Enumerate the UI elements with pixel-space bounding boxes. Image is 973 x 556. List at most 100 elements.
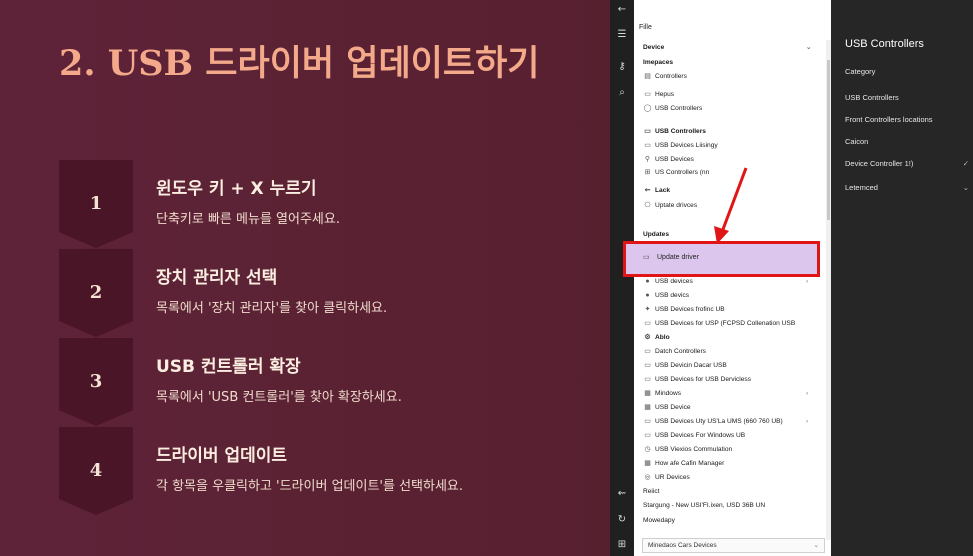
- scrollbar-thumb[interactable]: [827, 60, 830, 220]
- device-list-item[interactable]: ⇜ Lack: [643, 186, 670, 196]
- device-list-item[interactable]: Reiict: [643, 487, 660, 497]
- device-list-item[interactable]: ▦ Mindows ›: [643, 389, 808, 399]
- device-filter-select[interactable]: Minedaos Cars Devices ⌄: [642, 538, 825, 553]
- step-heading: 드라이버 업데이트: [156, 446, 288, 466]
- device-icon: ●: [645, 292, 650, 299]
- device-list-item[interactable]: ◎ UR Devices: [643, 473, 689, 483]
- device-list-item[interactable]: ▭ USB Devices for USP (FCPSD Collenation …: [643, 319, 795, 329]
- chevron-icon[interactable]: ✓: [963, 159, 969, 168]
- device-list-item[interactable]: ⊞ US Controllers (nn: [643, 168, 710, 178]
- step-number: 2: [89, 282, 103, 303]
- device-list-item[interactable]: ✦ USB Devices frofinc UB: [643, 305, 725, 315]
- device-list-item[interactable]: ⎔ Uptate drivces: [643, 201, 697, 211]
- device-list-label: US Controllers (nn: [655, 169, 710, 176]
- update-driver-label: Update driver: [657, 254, 700, 261]
- step-2: 2 장치 관리자 선택 목록에서 '장치 관리자'를 찾아 클릭하세요.: [59, 249, 599, 337]
- device-icon: ⎔: [644, 202, 651, 209]
- menu-icon[interactable]: ☰: [610, 28, 634, 42]
- device-icon: ▭: [644, 320, 651, 327]
- device-icon: ▦: [644, 460, 651, 467]
- details-item[interactable]: Device Controller 1!) ✓: [845, 159, 969, 168]
- expand-chevron-icon[interactable]: ›: [806, 389, 808, 399]
- update-driver-item[interactable]: ▭ Update driver: [643, 253, 699, 261]
- device-list-item[interactable]: ▭ USB Devices Liisingy: [643, 141, 717, 151]
- device-list-item[interactable]: ▭ Hepus: [643, 90, 674, 100]
- details-item[interactable]: Letemced ⌄: [845, 183, 969, 192]
- device-list-item[interactable]: ▭ USB Devices For Windows UB: [643, 431, 745, 441]
- device-icon: ▭: [644, 91, 651, 98]
- chevron-icon[interactable]: ⌄: [963, 183, 969, 192]
- key-icon[interactable]: ⚷: [610, 60, 634, 74]
- device-list-item[interactable]: ⚙ Ablo: [643, 333, 670, 343]
- expand-chevron-icon[interactable]: ⌄: [806, 43, 812, 53]
- device-list-item[interactable]: ▭ USB Devices for USB Dervicless: [643, 375, 751, 385]
- step-description: 각 항목을 우클릭하고 '드라이버 업데이트'를 선택하세요.: [156, 479, 464, 494]
- details-panel: USB Controllers Category USB Controllers F…: [831, 0, 973, 556]
- nav-sidebar: ← ☰ ⚷ ⌕ ⇜ ↻ ⊞: [610, 0, 634, 556]
- device-icon: ▭: [644, 376, 651, 383]
- device-icon: ▭: [644, 128, 651, 135]
- device-list-item[interactable]: Imepaces: [643, 58, 673, 68]
- device-list-label: Ablo: [655, 334, 670, 341]
- device-filter-value: Minedaos Cars Devices: [648, 542, 717, 549]
- search-icon[interactable]: ⌕: [610, 86, 634, 100]
- step-1: 1 윈도우 키 + X 누르기 단축키로 빠른 메뉴를 열어주세요.: [59, 160, 599, 248]
- device-list-label: Imepaces: [643, 59, 674, 66]
- step-number: 4: [89, 460, 103, 481]
- device-icon: ⚲: [644, 156, 651, 163]
- start-icon[interactable]: ⊞: [610, 538, 634, 552]
- device-list-panel: Fille Device ⌄ Imepaces ▤ Controllers ▭ Hepus ◯…: [634, 0, 831, 556]
- device-list-label: USB Devices for USP (FCPSD Collenation U…: [655, 320, 796, 327]
- expand-chevron-icon[interactable]: ›: [806, 417, 808, 427]
- back-icon[interactable]: ←: [610, 3, 634, 17]
- device-list-item[interactable]: ● USB devices ›: [643, 277, 808, 287]
- step-3: 3 USB 컨트롤러 확장 목록에서 'USB 컨트롤러'를 찾아 확장하세요.: [59, 338, 599, 426]
- device-list-label: Updates: [643, 231, 670, 238]
- step-number: 3: [89, 371, 103, 392]
- device-list-item[interactable]: ▭ Datch Controllers: [643, 347, 706, 357]
- details-item[interactable]: USB Controllers: [845, 93, 969, 102]
- details-item[interactable]: Caicon: [845, 137, 969, 146]
- device-list-item[interactable]: ◷ USB Viexios Commulation: [643, 445, 732, 455]
- device-list-item[interactable]: ▤ Controllers: [643, 72, 687, 82]
- device-icon: ▤: [644, 73, 651, 80]
- device-icon: ▭: [644, 418, 651, 425]
- device-list-item[interactable]: ▭ USB Devices Uty US'La UMS (660 760 UB) ›: [643, 417, 808, 427]
- details-item[interactable]: Front Controllers locations: [845, 115, 969, 124]
- device-icon: ▦: [644, 390, 651, 397]
- device-list-item[interactable]: Device ⌄: [643, 43, 812, 53]
- file-menu[interactable]: Fille: [639, 24, 652, 31]
- device-icon: ▭: [644, 432, 651, 439]
- device-list-label: USB devices: [655, 278, 693, 285]
- refresh-icon[interactable]: ↻: [610, 513, 634, 527]
- device-list-label: Device: [643, 44, 665, 51]
- step-heading: USB 컨트롤러 확장: [156, 357, 301, 377]
- device-list-item[interactable]: ▦ How afe Cafin Manager: [643, 459, 724, 469]
- details-item-label: Category: [845, 67, 876, 76]
- device-list-label: USB Devicin Dacar USB: [655, 362, 727, 369]
- accessibility-icon[interactable]: ⇜: [610, 487, 634, 501]
- slide: 2. USB 드라이버 업데이트하기 1 윈도우 키 + X 누르기 단축키로 …: [0, 0, 610, 556]
- device-list-item[interactable]: Mowedapy: [643, 516, 675, 526]
- details-item[interactable]: Category: [845, 67, 969, 76]
- details-item-label: USB Controllers: [845, 93, 899, 102]
- device-list-label: USB Device: [655, 404, 691, 411]
- device-list-item[interactable]: ⚲ USB Devices: [643, 155, 694, 165]
- expand-chevron-icon[interactable]: ›: [806, 277, 808, 287]
- device-icon: ▦: [644, 404, 651, 411]
- device-list-label: Mindows: [655, 390, 682, 397]
- device-icon: ▭: [644, 142, 651, 149]
- device-list-item[interactable]: Stargung - New USI'FI.ixen, USD 36B UN: [643, 501, 765, 511]
- device-list-item[interactable]: ● USB devics: [643, 291, 689, 301]
- slide-title: 2. USB 드라이버 업데이트하기: [59, 43, 540, 84]
- device-list-item[interactable]: ▦ USB Device: [643, 403, 691, 413]
- device-list-item[interactable]: Updates: [643, 230, 669, 240]
- device-icon: ⇜: [644, 187, 651, 194]
- device-list-label: USB Devices Uty US'La UMS (660 760 UB): [655, 418, 783, 425]
- device-icon: ◯: [643, 105, 652, 112]
- device-list-item[interactable]: ◯ USB Controllers: [643, 104, 703, 114]
- device-list-item[interactable]: ▭ USB Devicin Dacar USB: [643, 361, 727, 371]
- device-list-item[interactable]: ▭ USB Controllers: [643, 127, 706, 137]
- details-item-label: Letemced: [845, 183, 878, 192]
- device-list-label: Datch Controllers: [655, 348, 706, 355]
